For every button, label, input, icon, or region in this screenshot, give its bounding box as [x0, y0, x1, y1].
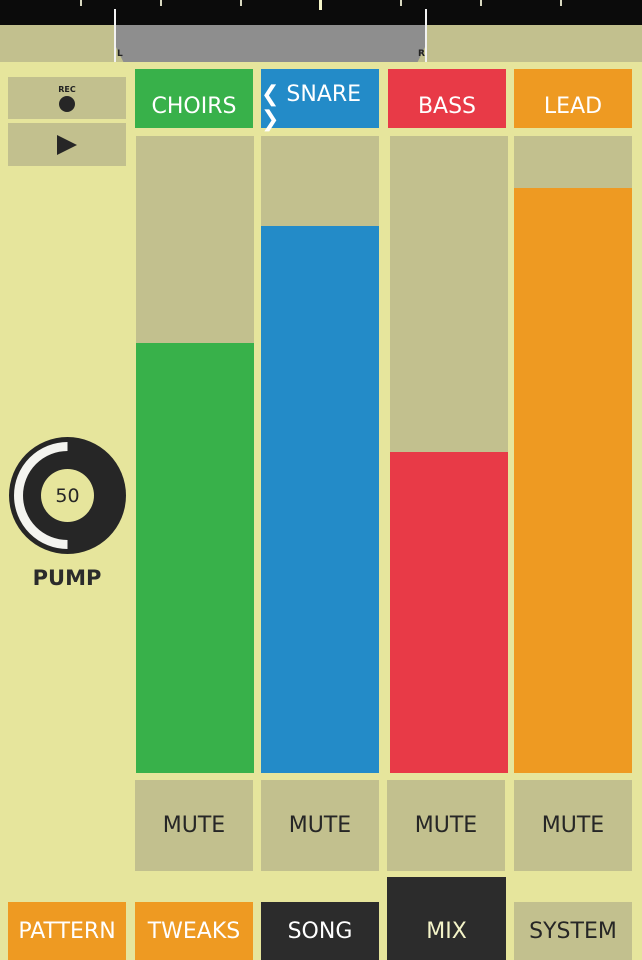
timeline-ruler[interactable] — [0, 0, 642, 25]
knob-value: 50 — [41, 469, 94, 522]
play-button[interactable] — [8, 123, 126, 166]
channel-header-bass[interactable]: BASS — [388, 69, 506, 128]
nav-tab-system[interactable]: SYSTEM — [514, 902, 632, 960]
record-button[interactable]: REC — [8, 77, 126, 119]
nav-tab-song[interactable]: SONG — [261, 902, 379, 960]
nav-tab-mix[interactable]: MIX — [387, 877, 506, 960]
play-triangle-icon — [57, 134, 77, 155]
nav-tab-pattern[interactable]: PATTERN — [8, 902, 126, 960]
loop-range-bar[interactable]: L R — [0, 9, 642, 62]
channel-header-lead[interactable]: LEAD — [514, 69, 632, 128]
mute-button-choirs[interactable]: MUTE — [135, 780, 253, 871]
loop-left-label: L — [117, 49, 123, 59]
channel-header-choirs[interactable]: CHOIRS — [135, 69, 253, 128]
fader-level-snare — [261, 226, 379, 773]
pump-knob[interactable]: 50 — [9, 437, 126, 554]
fader-level-bass — [390, 451, 508, 773]
ruler-tick — [480, 0, 482, 6]
mute-button-bass[interactable]: MUTE — [387, 780, 505, 871]
record-dot-icon — [59, 95, 75, 112]
ruler-tick — [80, 0, 82, 6]
fader-level-choirs — [136, 343, 254, 773]
loop-range-window[interactable] — [114, 25, 427, 62]
fader-lead[interactable] — [514, 136, 632, 773]
loop-right-handle[interactable] — [425, 9, 427, 62]
fader-bass[interactable] — [390, 136, 508, 773]
loop-right-label: R — [418, 49, 425, 59]
loop-left-handle[interactable] — [114, 9, 116, 62]
mute-button-lead[interactable]: MUTE — [514, 780, 632, 871]
channel-header-snare[interactable]: ❮ SNARE ❯ — [261, 69, 379, 132]
fader-level-lead — [514, 188, 632, 773]
knob-label: PUMP — [32, 566, 102, 590]
ruler-tick — [560, 0, 562, 6]
nav-tab-tweaks[interactable]: TWEAKS — [135, 902, 253, 960]
fader-choirs[interactable] — [136, 136, 254, 773]
mute-button-snare[interactable]: MUTE — [261, 780, 379, 871]
record-label: REC — [58, 84, 76, 94]
ruler-tick — [160, 0, 162, 6]
ruler-tick — [240, 0, 242, 6]
ruler-playhead-tick — [319, 0, 322, 10]
ruler-tick — [400, 0, 402, 6]
fader-snare[interactable] — [261, 136, 379, 773]
